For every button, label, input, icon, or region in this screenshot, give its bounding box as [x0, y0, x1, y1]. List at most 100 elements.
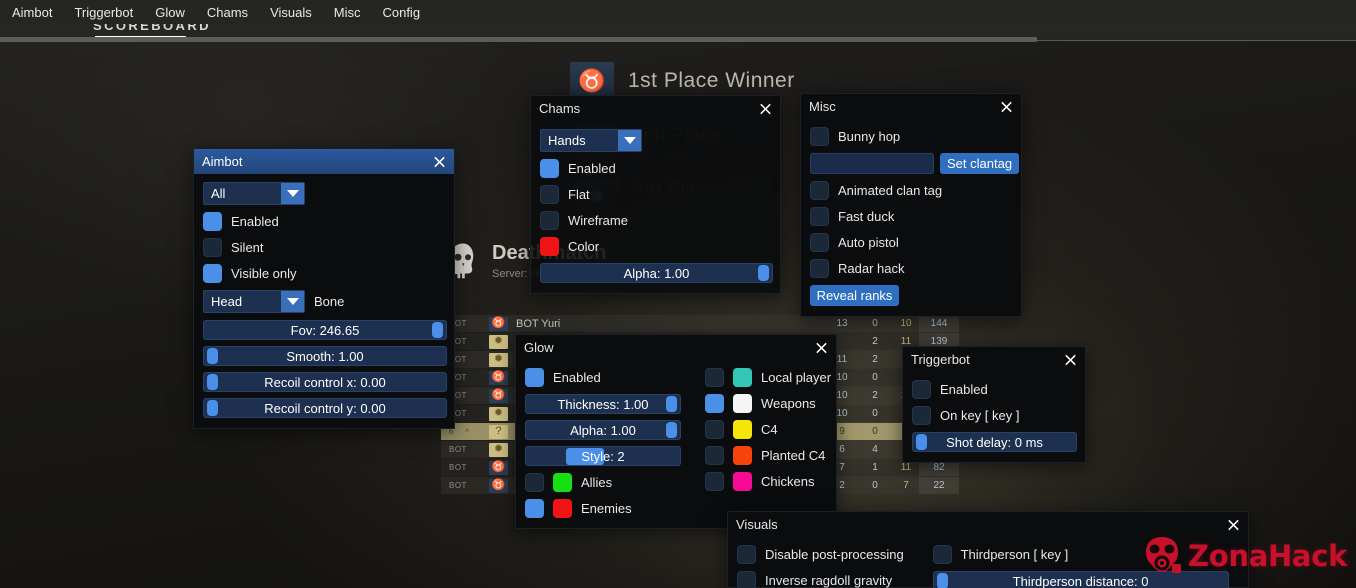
glow-planted-c4-color-swatch[interactable]	[733, 446, 752, 465]
misc-radar-hack-checkbox[interactable]	[810, 259, 829, 278]
aimbot-fov-slider[interactable]: Fov: 246.65	[203, 320, 447, 340]
menu-item-triggerbot[interactable]: Triggerbot	[74, 5, 133, 20]
glow-chickens-checkbox[interactable]	[705, 472, 724, 491]
aimbot-smooth-slider[interactable]: Smooth: 1.00	[203, 346, 447, 366]
glow-c4-color-swatch[interactable]	[733, 420, 752, 439]
misc-bunny-hop-checkbox[interactable]	[810, 127, 829, 146]
aimbot-bone-dropdown[interactable]: Head	[203, 290, 305, 313]
chams-wireframe-row[interactable]: Wireframe	[540, 211, 771, 230]
glow-alpha-slider[interactable]: Alpha: 1.00	[525, 420, 681, 440]
glow-planted-c4-row[interactable]: Planted C4	[705, 446, 825, 465]
slider-knob[interactable]	[207, 400, 218, 416]
chams-alpha-slider[interactable]: Alpha: 1.00	[540, 263, 773, 283]
misc-titlebar[interactable]: Misc	[801, 94, 1021, 119]
glow-thickness-slider[interactable]: Thickness: 1.00	[525, 394, 681, 414]
chams-flat-checkbox[interactable]	[540, 185, 559, 204]
chevron-down-icon[interactable]	[618, 130, 641, 151]
triggerbot-shot-delay-slider[interactable]: Shot delay: 0 ms	[912, 432, 1077, 452]
chams-flat-row[interactable]: Flat	[540, 185, 771, 204]
aimbot-enabled-row[interactable]: Enabled	[203, 212, 445, 231]
close-icon[interactable]	[1226, 517, 1241, 532]
glow-enabled-row[interactable]: Enabled	[525, 368, 685, 387]
glow-allies-row[interactable]: Allies	[525, 473, 685, 492]
glow-c4-checkbox[interactable]	[705, 420, 724, 439]
glow-planted-c4-checkbox[interactable]	[705, 446, 724, 465]
window-glow[interactable]: Glow Enabled Thickness: 1.00 Alpha: 1.00	[515, 334, 837, 529]
set-clantag-button[interactable]: Set clantag	[940, 153, 1020, 174]
misc-fast-duck-checkbox[interactable]	[810, 207, 829, 226]
slider-knob[interactable]	[207, 374, 218, 390]
close-icon[interactable]	[1063, 352, 1078, 367]
glow-enemies-row[interactable]: Enemies	[525, 499, 685, 518]
chevron-down-icon[interactable]	[281, 183, 304, 204]
window-triggerbot[interactable]: Triggerbot Enabled On key [ key ] Shot d…	[902, 346, 1086, 463]
slider-knob[interactable]	[207, 348, 218, 364]
glow-weapons-color-swatch[interactable]	[733, 394, 752, 413]
misc-auto-pistol-row[interactable]: Auto pistol	[810, 233, 1012, 252]
menu-item-config[interactable]: Config	[382, 5, 420, 20]
close-icon[interactable]	[999, 99, 1014, 114]
aimbot-recoil-y-slider[interactable]: Recoil control y: 0.00	[203, 398, 447, 418]
glow-local-player-checkbox[interactable]	[705, 368, 724, 387]
misc-animated-clan-tag-row[interactable]: Animated clan tag	[810, 181, 1012, 200]
glow-chickens-row[interactable]: Chickens	[705, 472, 825, 491]
chevron-down-icon[interactable]	[281, 291, 304, 312]
glow-weapons-checkbox[interactable]	[705, 394, 724, 413]
aimbot-recoil-x-slider[interactable]: Recoil control x: 0.00	[203, 372, 447, 392]
aimbot-silent-checkbox[interactable]	[203, 238, 222, 257]
misc-fast-duck-row[interactable]: Fast duck	[810, 207, 1012, 226]
aimbot-silent-row[interactable]: Silent	[203, 238, 445, 257]
window-aimbot[interactable]: Aimbot All Enabled Silent Visible only H…	[193, 148, 455, 429]
visuals-disable-post-row[interactable]: Disable post-processing	[737, 545, 905, 564]
triggerbot-titlebar[interactable]: Triggerbot	[903, 347, 1085, 372]
visuals-inverse-ragdoll-checkbox[interactable]	[737, 571, 756, 588]
glow-enemies-checkbox[interactable]	[525, 499, 544, 518]
chams-wireframe-checkbox[interactable]	[540, 211, 559, 230]
menu-item-chams[interactable]: Chams	[207, 5, 248, 20]
glow-allies-color-swatch[interactable]	[553, 473, 572, 492]
close-icon[interactable]	[432, 154, 447, 169]
table-row[interactable]: BOT ♉ BOT Yuri 13 0 10 144	[441, 315, 959, 332]
triggerbot-on-key-row[interactable]: On key [ key ]	[912, 406, 1076, 425]
menu-item-misc[interactable]: Misc	[334, 5, 361, 20]
aimbot-visible-only-checkbox[interactable]	[203, 264, 222, 283]
window-chams[interactable]: Chams Hands Enabled Flat Wireframe Color…	[530, 95, 781, 294]
close-icon[interactable]	[814, 340, 829, 355]
close-icon[interactable]	[758, 101, 773, 116]
glow-weapons-row[interactable]: Weapons	[705, 394, 825, 413]
triggerbot-enabled-row[interactable]: Enabled	[912, 380, 1076, 399]
slider-knob[interactable]	[936, 573, 948, 588]
glow-style-slider[interactable]: Style: 2	[525, 446, 681, 466]
misc-radar-hack-row[interactable]: Radar hack	[810, 259, 1012, 278]
triggerbot-enabled-checkbox[interactable]	[912, 380, 931, 399]
aimbot-weapon-dropdown[interactable]: All	[203, 182, 305, 205]
chams-titlebar[interactable]: Chams	[531, 96, 780, 121]
glow-enabled-checkbox[interactable]	[525, 368, 544, 387]
glow-c4-row[interactable]: C4	[705, 420, 825, 439]
visuals-inverse-ragdoll-row[interactable]: Inverse ragdoll gravity	[737, 571, 905, 588]
slider-knob[interactable]	[666, 422, 677, 438]
glow-local-player-row[interactable]: Local player	[705, 368, 831, 387]
chams-enabled-row[interactable]: Enabled	[540, 159, 771, 178]
glow-titlebar[interactable]: Glow	[516, 335, 836, 360]
aimbot-visible-only-row[interactable]: Visible only	[203, 264, 445, 283]
glow-local-player-color-swatch[interactable]	[733, 368, 752, 387]
slider-knob[interactable]	[432, 322, 443, 338]
visuals-disable-post-checkbox[interactable]	[737, 545, 756, 564]
window-misc[interactable]: Misc Bunny hop Set clantag Animated clan…	[800, 93, 1022, 317]
menu-item-visuals[interactable]: Visuals	[270, 5, 312, 20]
chams-material-dropdown[interactable]: Hands	[540, 129, 642, 152]
glow-chickens-color-swatch[interactable]	[733, 472, 752, 491]
menu-item-glow[interactable]: Glow	[155, 5, 185, 20]
chams-color-swatch[interactable]	[540, 237, 559, 256]
menu-item-aimbot[interactable]: Aimbot	[12, 5, 52, 20]
aimbot-enabled-checkbox[interactable]	[203, 212, 222, 231]
misc-auto-pistol-checkbox[interactable]	[810, 233, 829, 252]
chams-color-row[interactable]: Color	[540, 237, 771, 256]
scoreboard-scrollbar[interactable]	[0, 37, 1037, 42]
clantag-input[interactable]	[810, 153, 934, 174]
glow-allies-checkbox[interactable]	[525, 473, 544, 492]
triggerbot-on-key-checkbox[interactable]	[912, 406, 931, 425]
slider-knob[interactable]	[758, 265, 769, 281]
visuals-thirdperson-checkbox[interactable]	[932, 545, 952, 564]
